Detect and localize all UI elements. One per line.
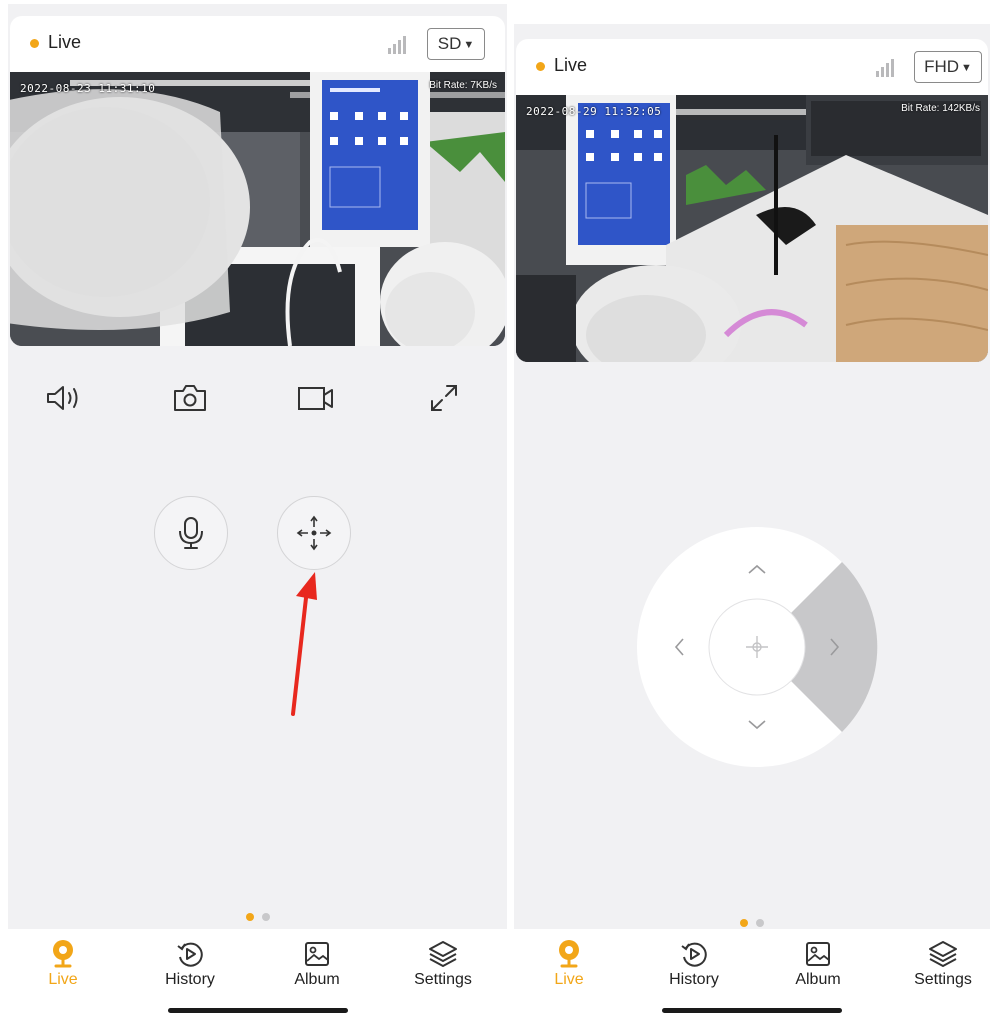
ptz-up-button[interactable] [716, 526, 798, 598]
fullscreen-button[interactable] [424, 380, 464, 416]
tab-settings-label: Settings [914, 971, 972, 988]
live-indicator-dot [536, 62, 545, 71]
video-record-icon [298, 387, 333, 410]
quality-label: SD [437, 34, 462, 53]
quality-selector[interactable]: SD ▼ [427, 28, 485, 60]
snapshot-button[interactable] [170, 380, 210, 416]
tab-album[interactable]: Album [773, 939, 863, 989]
page-indicator [514, 919, 990, 927]
live-view-card: Live FHD ▼ 2022-08-29 11:32:05 Bit Rate:… [516, 39, 988, 362]
tab-settings[interactable]: Settings [898, 939, 988, 989]
live-indicator-dot [30, 39, 39, 48]
dropdown-triangle-icon: ▼ [961, 61, 972, 74]
video-bitrate: Bit Rate: 7KB/s [429, 80, 497, 91]
history-playback-icon [681, 942, 707, 967]
live-status-label: Live [554, 55, 588, 75]
ptz-direction-pad [636, 526, 878, 768]
microphone-icon [179, 517, 203, 549]
album-image-icon [806, 942, 830, 966]
ptz-center-button[interactable] [709, 599, 805, 695]
home-indicator [662, 1008, 842, 1013]
live-control-row [8, 380, 507, 416]
live-camera-icon [559, 940, 579, 968]
left-phone-screen: Live SD ▼ 2022-08-23 11:31:10 Bit Rate: … [8, 4, 507, 1017]
page-dot[interactable] [756, 919, 764, 927]
tab-album-label: Album [795, 971, 841, 988]
video-bitrate: Bit Rate: 142KB/s [901, 103, 980, 114]
tab-history-label: History [669, 971, 719, 988]
tab-album[interactable]: Album [272, 939, 362, 989]
bottom-tab-bar: Live History Album Settings [8, 929, 507, 1017]
tab-album-label: Album [294, 971, 340, 988]
speaker-icon [47, 386, 78, 410]
dropdown-triangle-icon: ▼ [463, 38, 475, 51]
ptz-toggle-button[interactable] [277, 496, 351, 570]
tab-history-label: History [165, 971, 215, 988]
ptz-move-icon [296, 515, 332, 551]
ptz-right-button[interactable] [806, 606, 878, 688]
tab-live[interactable]: Live [18, 939, 108, 989]
camera-icon [174, 385, 206, 411]
signal-strength-icon [876, 59, 898, 77]
settings-layers-icon [429, 941, 457, 967]
camera-video-feed[interactable]: 2022-08-23 11:31:10 Bit Rate: 7KB/s [10, 72, 505, 346]
video-timestamp: 2022-08-29 11:32:05 [526, 105, 662, 118]
camera-video-feed[interactable]: 2022-08-29 11:32:05 Bit Rate: 142KB/s [516, 95, 988, 362]
bottom-tab-bar: Live History Album Settings [514, 929, 990, 1017]
speaker-button[interactable] [43, 380, 83, 416]
signal-strength-icon [388, 36, 410, 54]
tab-live[interactable]: Live [524, 939, 614, 989]
page-dot[interactable] [261, 913, 270, 921]
live-status-bar: Live FHD ▼ [516, 39, 988, 95]
album-image-icon [305, 942, 329, 966]
tab-live-label: Live [48, 971, 78, 988]
record-button[interactable] [296, 380, 336, 416]
tab-settings-label: Settings [414, 971, 472, 988]
microphone-button[interactable] [154, 496, 228, 570]
settings-layers-icon [929, 941, 957, 967]
live-status-bar: Live SD ▼ [10, 16, 505, 72]
tab-settings[interactable]: Settings [398, 939, 488, 989]
video-frame-image [516, 95, 988, 362]
live-view-card: Live SD ▼ 2022-08-23 11:31:10 Bit Rate: … [10, 16, 505, 346]
ptz-down-button[interactable] [716, 696, 798, 768]
tab-history[interactable]: History [145, 939, 235, 989]
tab-history[interactable]: History [649, 939, 739, 989]
page-dot-active[interactable] [740, 919, 748, 927]
live-camera-icon [53, 940, 73, 968]
video-frame-image [10, 72, 505, 346]
video-timestamp: 2022-08-23 11:31:10 [20, 82, 156, 95]
live-status-label: Live [48, 32, 82, 52]
home-indicator [167, 1008, 348, 1013]
history-playback-icon [177, 942, 203, 967]
page-dot-active[interactable] [245, 913, 254, 921]
quality-selector[interactable]: FHD ▼ [914, 51, 982, 83]
page-indicator [8, 913, 507, 921]
fullscreen-icon [431, 385, 457, 411]
tab-live-label: Live [554, 971, 584, 988]
quality-label: FHD [924, 57, 960, 76]
red-annotation-arrow [291, 572, 317, 716]
right-phone-screen: Live FHD ▼ 2022-08-29 11:32:05 Bit Rate:… [514, 24, 990, 1017]
ptz-left-button[interactable] [636, 606, 708, 688]
